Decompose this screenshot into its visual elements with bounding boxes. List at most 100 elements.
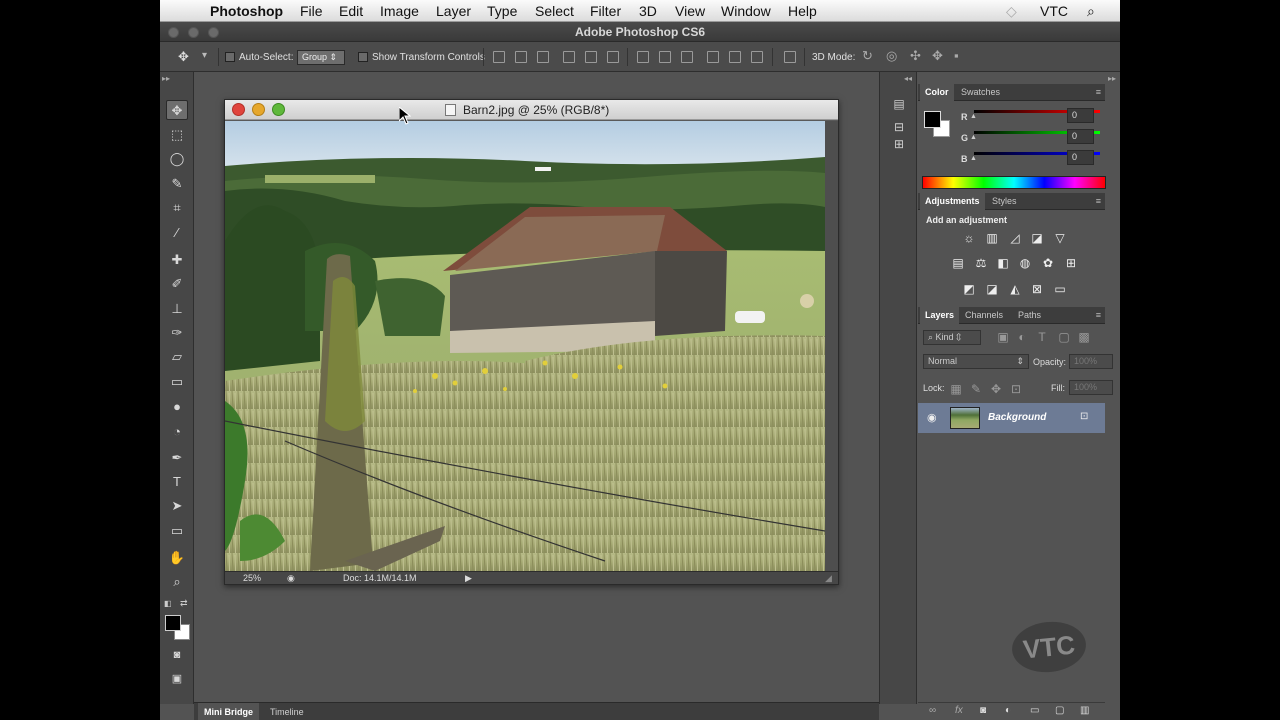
eraser-tool-icon[interactable]: ▱: [166, 347, 188, 367]
image-canvas[interactable]: [225, 121, 825, 571]
distribute-top-icon[interactable]: [637, 51, 649, 63]
foreground-color-swatch[interactable]: [165, 615, 181, 631]
document-minimize-button[interactable]: [252, 103, 265, 116]
auto-select-checkbox[interactable]: [225, 52, 235, 62]
history-brush-tool-icon[interactable]: ✑: [166, 323, 188, 343]
lock-position-icon[interactable]: ✥: [988, 381, 1004, 397]
foreground-color-swatch[interactable]: [924, 111, 941, 128]
slider-thumb-r-icon[interactable]: ▲: [970, 113, 977, 120]
delete-layer-icon[interactable]: ▥: [1080, 705, 1089, 716]
photo-filter-icon[interactable]: ◍: [1017, 255, 1033, 271]
resize-grip-icon[interactable]: ◢: [825, 573, 832, 584]
screen-mode-icon[interactable]: ▣: [166, 669, 188, 689]
black-white-icon[interactable]: ◧: [995, 255, 1011, 271]
app-menu[interactable]: Photoshop: [210, 2, 283, 20]
status-menu-arrow-icon[interactable]: ▶: [465, 573, 472, 584]
color-lookup-icon[interactable]: ⊞: [1063, 255, 1079, 271]
tab-layers[interactable]: Layers: [920, 307, 960, 324]
hue-saturation-icon[interactable]: ▤: [950, 255, 966, 271]
menu-image[interactable]: Image: [380, 2, 419, 20]
distribute-vcenter-icon[interactable]: [659, 51, 671, 63]
3d-scale-icon[interactable]: ▪: [954, 48, 959, 63]
dodge-tool-icon[interactable]: ◔: [166, 422, 188, 442]
spotlight-search-icon[interactable]: ⌕: [1087, 2, 1095, 20]
exposure-icon[interactable]: ◪: [1029, 230, 1045, 246]
layer-filter-kind-dropdown[interactable]: ⌕ Kind ⇕: [923, 330, 981, 345]
color-value-r[interactable]: 0: [1067, 108, 1094, 123]
brightness-contrast-icon[interactable]: ☼: [961, 230, 977, 246]
history-panel-icon[interactable]: ▤: [889, 94, 909, 114]
panel-menu-icon[interactable]: ≡: [1096, 307, 1101, 324]
opacity-field[interactable]: 100%: [1069, 354, 1113, 369]
menu-file[interactable]: File: [300, 2, 323, 20]
clone-stamp-tool-icon[interactable]: ⊥: [166, 299, 188, 319]
menubar-user-label[interactable]: VTC: [1040, 2, 1068, 20]
default-colors-icon[interactable]: ◧: [164, 599, 172, 608]
align-left-icon[interactable]: [563, 51, 575, 63]
new-layer-icon[interactable]: ▢: [1055, 705, 1064, 716]
path-selection-tool-icon[interactable]: ➤: [166, 496, 188, 516]
link-layers-icon[interactable]: ∞: [929, 705, 936, 716]
vertical-scrollbar[interactable]: [825, 121, 838, 571]
crop-tool-icon[interactable]: ⌗: [166, 198, 188, 218]
swap-colors-icon[interactable]: ⇄: [180, 598, 188, 609]
color-spectrum-ramp[interactable]: [922, 176, 1106, 189]
3d-drag-icon[interactable]: ✣: [910, 48, 921, 64]
menu-edit[interactable]: Edit: [339, 2, 363, 20]
document-close-button[interactable]: [232, 103, 245, 116]
lock-image-icon[interactable]: ✎: [968, 381, 984, 397]
levels-icon[interactable]: ▥: [984, 230, 1000, 246]
3d-roll-icon[interactable]: ◎: [886, 48, 897, 64]
distribute-hcenter-icon[interactable]: [729, 51, 741, 63]
brush-tool-icon[interactable]: ✐: [166, 274, 188, 294]
invert-icon[interactable]: ◩: [961, 281, 977, 297]
3d-slide-icon[interactable]: ✥: [932, 48, 943, 64]
fill-field[interactable]: 100%: [1069, 380, 1113, 395]
add-mask-icon[interactable]: ◙: [980, 705, 986, 716]
auto-select-dropdown[interactable]: Group ⇕: [297, 50, 345, 65]
distribute-left-icon[interactable]: [707, 51, 719, 63]
menu-select[interactable]: Select: [535, 2, 574, 20]
lock-transparent-icon[interactable]: ▦: [948, 381, 964, 397]
menu-type[interactable]: Type: [487, 2, 517, 20]
tab-timeline[interactable]: Timeline: [264, 703, 310, 720]
distribute-bottom-icon[interactable]: [681, 51, 693, 63]
status-info-icon[interactable]: ◉: [287, 573, 295, 584]
menu-filter[interactable]: Filter: [590, 2, 621, 20]
collapse-toolbar-icon[interactable]: ▸▸: [162, 74, 170, 83]
filter-shape-icon[interactable]: ▢: [1056, 329, 1072, 345]
selective-color-icon[interactable]: ⊠: [1029, 281, 1045, 297]
layer-style-fx-icon[interactable]: fx: [955, 705, 963, 716]
color-balance-icon[interactable]: ⚖: [973, 255, 989, 271]
layer-row-background[interactable]: ◉ Background ⊡: [918, 403, 1105, 433]
filter-adjustment-icon[interactable]: ◐: [1014, 329, 1030, 345]
tab-styles[interactable]: Styles: [987, 193, 1022, 210]
quick-mask-icon[interactable]: ◙: [166, 645, 188, 665]
blend-mode-dropdown[interactable]: Normal ⇕: [923, 354, 1029, 369]
show-transform-checkbox[interactable]: [358, 52, 368, 62]
pen-tool-icon[interactable]: ✒: [166, 448, 188, 468]
menu-window[interactable]: Window: [721, 2, 771, 20]
tab-mini-bridge[interactable]: Mini Bridge: [198, 703, 259, 720]
tab-swatches[interactable]: Swatches: [956, 84, 1005, 101]
filter-pixel-icon[interactable]: ▣: [995, 329, 1011, 345]
align-hcenter-icon[interactable]: [585, 51, 597, 63]
tab-color[interactable]: Color: [920, 84, 954, 101]
slider-thumb-b-icon[interactable]: ▲: [970, 155, 977, 162]
channel-mixer-icon[interactable]: ✿: [1040, 255, 1056, 271]
tab-channels[interactable]: Channels: [960, 307, 1008, 324]
threshold-icon[interactable]: ◭: [1007, 281, 1023, 297]
type-tool-icon[interactable]: T: [166, 472, 188, 492]
3d-rotate-icon[interactable]: ↻: [862, 48, 873, 64]
panel-menu-icon[interactable]: ≡: [1096, 84, 1101, 101]
blur-tool-icon[interactable]: ●: [166, 397, 188, 417]
layer-visibility-eye-icon[interactable]: ◉: [927, 411, 937, 424]
gradient-map-icon[interactable]: ▭: [1052, 281, 1068, 297]
slider-thumb-g-icon[interactable]: ▲: [970, 134, 977, 141]
layer-name[interactable]: Background: [988, 412, 1046, 423]
preset-dropdown-arrow-icon[interactable]: ▾: [202, 50, 207, 61]
hand-tool-icon[interactable]: ✋: [166, 548, 188, 568]
rectangular-marquee-tool-icon[interactable]: ⬚: [166, 125, 188, 145]
menu-help[interactable]: Help: [788, 2, 817, 20]
gradient-tool-icon[interactable]: ▭: [166, 372, 188, 392]
